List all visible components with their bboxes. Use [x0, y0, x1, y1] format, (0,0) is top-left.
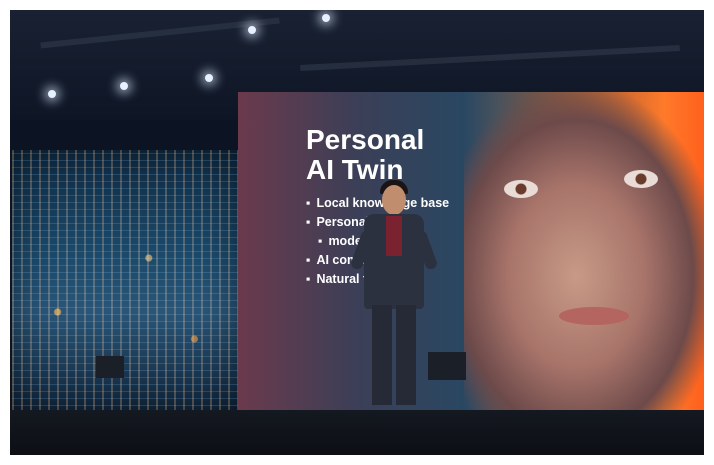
face-image: [464, 92, 714, 427]
head: [382, 185, 406, 215]
left-video-screen: [12, 150, 240, 420]
eye: [504, 180, 538, 198]
truss: [40, 17, 280, 49]
spotlight: [48, 90, 56, 98]
eye: [624, 170, 658, 188]
spotlight: [248, 26, 256, 34]
truss: [300, 45, 680, 71]
speaker: [349, 180, 440, 420]
spotlight: [322, 14, 330, 22]
spotlight: [120, 82, 128, 90]
stage-photo: Personal AI Twin Local knowledge base Pe…: [0, 0, 714, 465]
city-lights-image: [12, 150, 240, 420]
stage-monitor: [96, 356, 124, 378]
stage-monitor: [428, 352, 466, 380]
lips: [559, 307, 629, 325]
spotlight: [205, 74, 213, 82]
shirt: [386, 216, 402, 256]
stage-floor: [0, 410, 714, 465]
legs: [372, 305, 416, 405]
slide-title: Personal AI Twin: [306, 124, 425, 185]
